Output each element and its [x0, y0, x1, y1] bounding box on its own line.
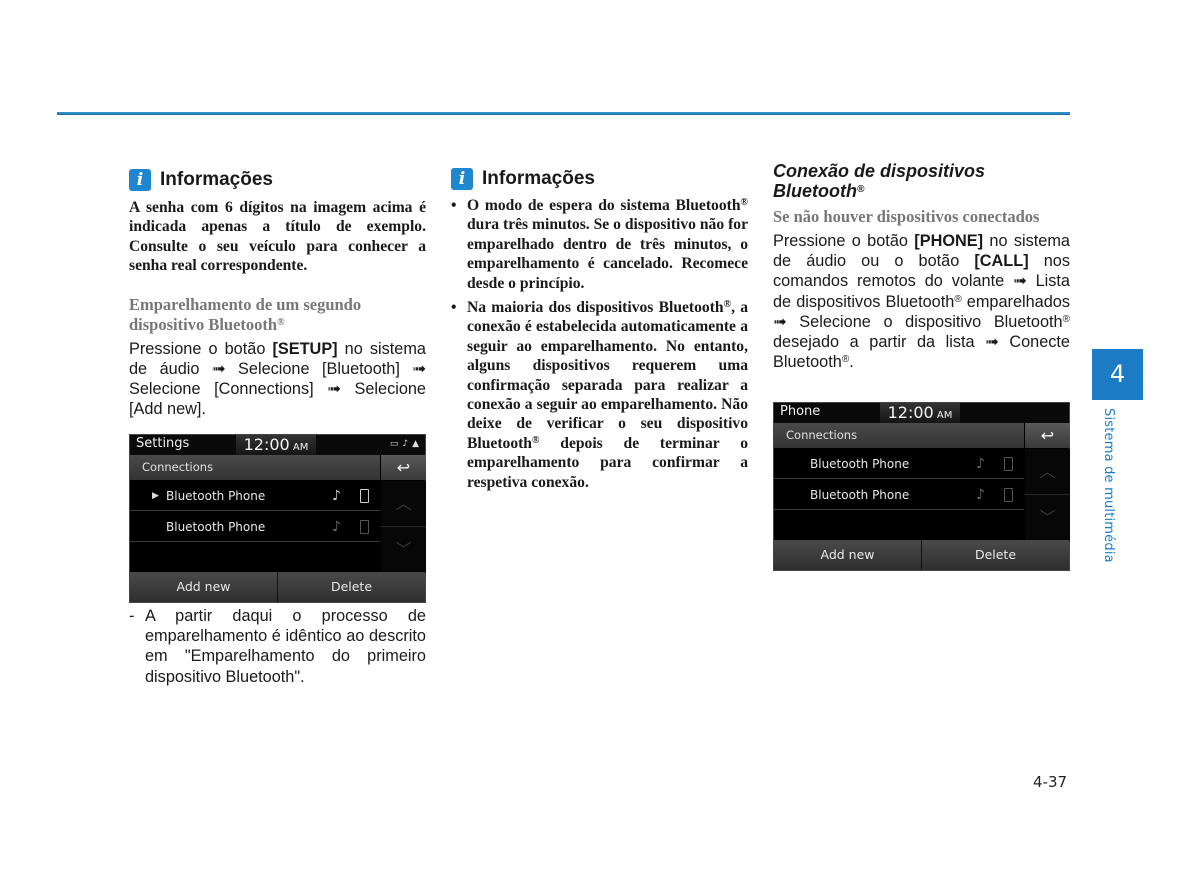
phone-icon: [1004, 457, 1013, 471]
add-new-button[interactable]: Add new: [130, 572, 278, 602]
scroll-up-button[interactable]: ︿: [381, 481, 426, 527]
add-new-button[interactable]: Add new: [774, 540, 922, 570]
info-bullet: • O modo de espera do sistema Bluetooth®…: [451, 197, 748, 292]
column-2: i Informações • O modo de espera do sist…: [451, 160, 748, 492]
bottom-buttons: Add new Delete: [130, 572, 425, 602]
instruction-text: Pressione o botão [SETUP] no sistema de …: [129, 339, 426, 419]
battery-icon: ▭: [389, 439, 399, 449]
note-block: - A partir daqui o processo de emparelha…: [129, 606, 426, 687]
selected-arrow-icon: ▶: [152, 491, 159, 501]
phone-icon: [1004, 488, 1013, 502]
screen-title: Settings: [136, 436, 190, 451]
status-icons: ▭ ♪ ▲: [390, 439, 419, 449]
chevron-up-icon: ︿: [1039, 462, 1056, 481]
scroll-down-button[interactable]: ﹀: [381, 527, 426, 573]
screen-title: Phone: [780, 404, 821, 419]
audio-icon: ♪: [976, 456, 985, 472]
phone-connections-screen: Phone 12:00 AM Connections ↩ Bluetooth P…: [773, 402, 1070, 571]
phone-icon: [360, 489, 369, 503]
info-heading: i Informações: [451, 167, 748, 191]
info-title: Informações: [160, 169, 273, 190]
chapter-tab: 4: [1092, 349, 1143, 400]
status-bar: Settings 12:00 AM ▭ ♪ ▲: [130, 435, 425, 455]
call-key: [CALL]: [974, 252, 1029, 271]
clock: 12:00 AM: [880, 403, 960, 423]
section-heading: Emparelhamento de um segundo dispositivo…: [129, 294, 362, 334]
clock: 12:00 AM: [236, 435, 316, 455]
settings-connections-screen: Settings 12:00 AM ▭ ♪ ▲ Connections ↩ ▶ …: [129, 434, 426, 603]
info-bullet: • Na maioria dos dispositivos Bluetooth®…: [451, 299, 748, 491]
chapter-title: Sistema de multimédia: [1101, 408, 1116, 563]
info-text: A senha com 6 dígitos na imagem acima é …: [129, 199, 426, 275]
back-icon: ↩: [1040, 426, 1055, 445]
back-button[interactable]: ↩: [381, 455, 426, 480]
delete-button[interactable]: Delete: [922, 540, 1069, 570]
bluetooth-audio-icon: ♪: [402, 439, 409, 449]
scroll-down-button[interactable]: ﹀: [1025, 495, 1070, 541]
device-row[interactable]: ▶ Bluetooth Phone ♪: [130, 481, 380, 511]
subtitle-bar: Connections: [130, 455, 380, 480]
audio-icon: ♪: [976, 487, 985, 503]
back-button[interactable]: ↩: [1025, 423, 1070, 448]
chevron-down-icon: ﹀: [395, 540, 412, 559]
note-item: - A partir daqui o processo de emparelha…: [129, 607, 426, 686]
status-bar: Phone 12:00 AM: [774, 403, 1069, 423]
audio-icon: ♪: [332, 519, 341, 535]
back-icon: ↩: [396, 458, 411, 477]
info-icon: i: [451, 168, 473, 190]
column-3: Conexão de dispositivos Bluetooth® Se não…: [773, 161, 1070, 372]
audio-icon: ♪: [332, 488, 341, 504]
device-row[interactable]: Bluetooth Phone ♪: [774, 449, 1024, 479]
instruction-text: Pressione o botão [PHONE] no sistema de …: [773, 232, 1070, 372]
info-icon: i: [129, 169, 151, 191]
subtitle-bar: Connections: [774, 423, 1024, 448]
device-row[interactable]: Bluetooth Phone ♪: [130, 512, 380, 542]
signal-icon: ▲: [412, 439, 419, 449]
device-row[interactable]: Bluetooth Phone ♪: [774, 480, 1024, 510]
empty-row: [774, 511, 1024, 541]
chevron-up-icon: ︿: [395, 494, 412, 513]
bottom-buttons: Add new Delete: [774, 540, 1069, 570]
page-number: 4-37: [1033, 773, 1068, 791]
sub-heading: Se não houver dispositivos conectados: [773, 207, 1040, 226]
info-title: Informações: [482, 168, 595, 189]
section-heading: Conexão de dispositivos Bluetooth®: [773, 161, 986, 201]
phone-key: [PHONE]: [914, 232, 984, 250]
chevron-down-icon: ﹀: [1039, 508, 1056, 527]
setup-key: [SETUP]: [272, 339, 338, 358]
column-1: i Informações A senha com 6 dígitos na i…: [129, 160, 426, 419]
phone-icon: [360, 520, 369, 534]
scroll-up-button[interactable]: ︿: [1025, 449, 1070, 495]
info-heading: i Informações: [129, 168, 426, 192]
empty-row: [130, 543, 380, 573]
delete-button[interactable]: Delete: [278, 572, 425, 602]
top-rule: [57, 112, 1070, 115]
